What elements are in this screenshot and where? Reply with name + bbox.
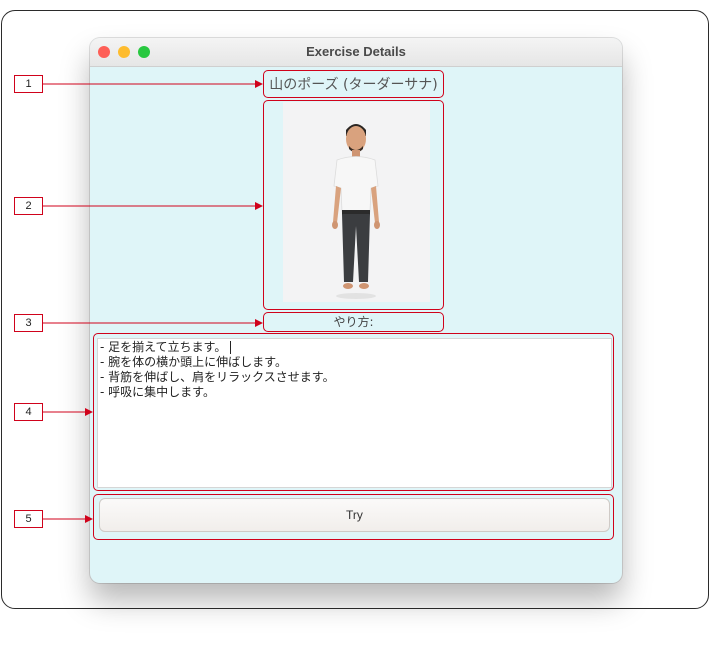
annotation-arrows — [43, 80, 263, 523]
